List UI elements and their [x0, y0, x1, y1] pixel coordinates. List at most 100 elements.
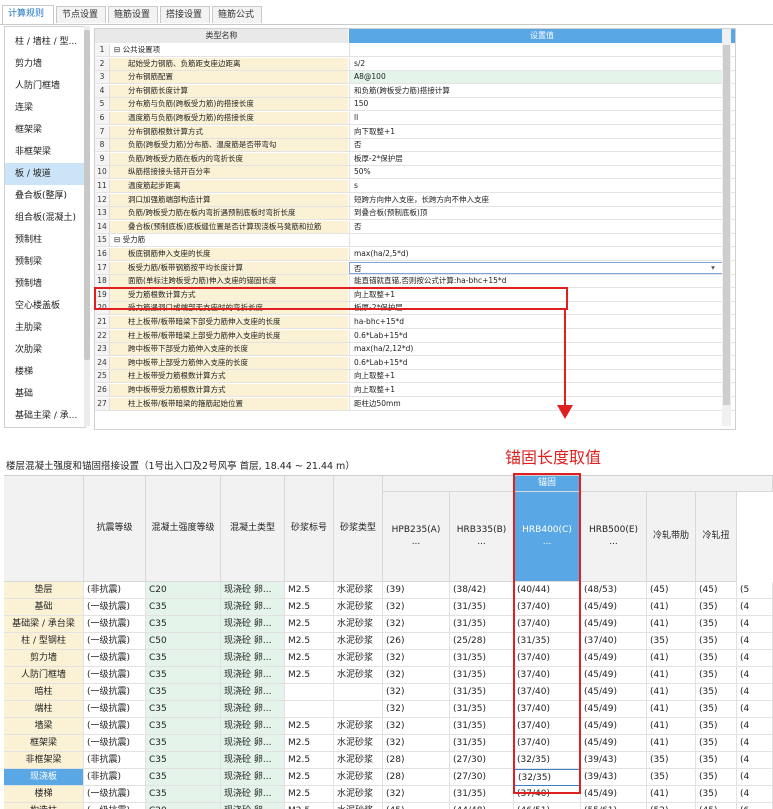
sidebar-item[interactable]: 基础 [5, 383, 85, 405]
tab-stirrup-settings[interactable]: 箍筋设置 [108, 6, 158, 23]
grid-cell[interactable]: (39/43) [581, 752, 647, 769]
grid-cell[interactable]: 水泥砂浆 [334, 633, 383, 650]
grid-col-header[interactable]: HRB500(E) ... [581, 492, 647, 582]
grid-cell[interactable]: (45) [383, 803, 450, 809]
tab-calc-rules[interactable]: 计算规则 [2, 5, 54, 24]
grid-cell[interactable]: M2.5 [285, 633, 334, 650]
grid-cell[interactable]: 现浇砼 卵... [221, 769, 285, 786]
settings-row[interactable]: 1 ⊟ 公共设置项 [95, 44, 735, 57]
grid-cell[interactable] [285, 701, 334, 718]
settings-row[interactable]: 21 柱上板带/板带暗梁下部受力筋伸入支座的长度 ha-bhc+15*d [95, 316, 735, 329]
grid-cell[interactable]: (46/51) [514, 803, 581, 809]
grid-cell[interactable]: (非抗震) [84, 769, 146, 786]
sidebar-item[interactable]: 组合板(混凝土) [5, 207, 85, 229]
sidebar-item[interactable]: 柱 / 墙柱 / 型... [5, 31, 85, 53]
grid-cell[interactable]: M2.5 [285, 735, 334, 752]
grid-cell[interactable]: (一级抗震) [84, 701, 146, 718]
grid-cell[interactable]: (32) [383, 667, 450, 684]
sidebar-item[interactable]: 非框架梁 [5, 141, 85, 163]
grid-cell[interactable]: M2.5 [285, 616, 334, 633]
grid-row-header[interactable]: 人防门框墙 [4, 667, 84, 684]
grid-cell[interactable]: (35) [696, 684, 737, 701]
grid-cell[interactable]: M2.5 [285, 650, 334, 667]
settings-row[interactable]: 7 分布钢筋根数计算方式 向下取整+1 [95, 125, 735, 139]
grid-col-header[interactable]: 抗震等级 [84, 476, 146, 582]
grid-cell[interactable]: 水泥砂浆 [334, 803, 383, 809]
grid-cell[interactable]: (非抗震) [84, 752, 146, 769]
sidebar-item[interactable]: 主肋梁 [5, 317, 85, 339]
setting-value[interactable]: 向上取整+1 [349, 384, 723, 396]
grid-cell[interactable]: C20 [146, 803, 221, 809]
grid-cell[interactable]: (45) [696, 803, 737, 809]
sidebar-item[interactable]: 预制墙 [5, 273, 85, 295]
setting-value[interactable]: 板厚-2*保护层 [349, 152, 723, 165]
setting-value[interactable]: 50% [349, 166, 723, 179]
grid-cell[interactable]: 水泥砂浆 [334, 599, 383, 616]
settings-row[interactable]: 8 负筋(跨板受力筋)分布筋、温度筋是否带弯勾否 [95, 139, 735, 153]
sidebar-item[interactable]: 板 / 坡道 [5, 163, 85, 185]
grid-cell[interactable]: (45/49) [581, 616, 647, 633]
grid-cell[interactable]: (45) [696, 582, 737, 599]
settings-row[interactable]: 12 洞口加强筋端部构造计算 短跨方向伸入支座，长跨方向不伸入支座 [95, 193, 735, 207]
settings-scrollbar[interactable] [722, 29, 731, 426]
grid-cell[interactable]: (32) [383, 735, 450, 752]
setting-value[interactable]: max(ha/2,12*d) [349, 343, 723, 356]
grid-cell[interactable]: (31/35) [450, 718, 514, 735]
grid-cell[interactable]: (一级抗震) [84, 616, 146, 633]
grid-cell[interactable]: (4 [737, 718, 773, 735]
grid-cell[interactable]: (27/30) [450, 769, 514, 786]
grid-cell[interactable]: C35 [146, 616, 221, 633]
setting-value[interactable] [349, 234, 723, 247]
sidebar-item[interactable]: 次肋梁 [5, 339, 85, 361]
grid-cell[interactable]: (39) [383, 582, 450, 599]
grid-cell[interactable]: (39/43) [581, 769, 647, 786]
grid-cell[interactable]: (52) [647, 803, 696, 809]
grid-cell[interactable]: M2.5 [285, 718, 334, 735]
grid-cell[interactable]: (一级抗震) [84, 718, 146, 735]
grid-cell[interactable]: (45/49) [581, 718, 647, 735]
setting-value[interactable]: 否 [349, 220, 723, 233]
grid-cell[interactable]: (45/49) [581, 667, 647, 684]
grid-cell[interactable]: 水泥砂浆 [334, 752, 383, 769]
grid-cell[interactable]: (4 [737, 684, 773, 701]
grid-cell[interactable]: C35 [146, 599, 221, 616]
grid-cell[interactable]: 水泥砂浆 [334, 667, 383, 684]
settings-row[interactable]: 17 板受力筋/板带钢筋按平均长度计算否 ▾ [95, 261, 735, 275]
grid-cell[interactable]: (41) [647, 599, 696, 616]
grid-cell[interactable]: (35) [647, 769, 696, 786]
grid-col-header[interactable]: 砂浆标号 [285, 476, 334, 582]
grid-cell[interactable]: (4 [737, 650, 773, 667]
grid-cell[interactable]: (32) [383, 786, 450, 803]
grid-cell[interactable]: 水泥砂浆 [334, 718, 383, 735]
settings-row[interactable]: 14 叠合板(预制底板)底板缝位置是否计算现浇板马凳筋和拉筋否 [95, 220, 735, 234]
grid-cell[interactable]: (4 [737, 633, 773, 650]
grid-cell[interactable]: M2.5 [285, 582, 334, 599]
setting-value[interactable]: 短跨方向伸入支座，长跨方向不伸入支座 [349, 193, 723, 206]
grid-cell[interactable]: C35 [146, 786, 221, 803]
grid-cell[interactable]: (31/35) [450, 684, 514, 701]
sidebar-item[interactable]: 人防门框墙 [5, 75, 85, 97]
grid-col-header[interactable]: 冷轧带肋 [647, 492, 696, 582]
grid-cell[interactable]: C50 [146, 633, 221, 650]
grid-row-header[interactable]: 垫层 [4, 582, 84, 599]
grid-row-header[interactable]: 端柱 [4, 701, 84, 718]
grid-cell[interactable]: C35 [146, 650, 221, 667]
grid-row-header[interactable]: 基础 [4, 599, 84, 616]
grid-cell[interactable]: 水泥砂浆 [334, 650, 383, 667]
grid-cell[interactable]: (35) [696, 735, 737, 752]
grid-cell[interactable]: 水泥砂浆 [334, 735, 383, 752]
grid-cell[interactable]: (31/35) [450, 650, 514, 667]
grid-cell[interactable]: (一级抗震) [84, 633, 146, 650]
sidebar-item[interactable]: 连梁 [5, 97, 85, 119]
tab-node-settings[interactable]: 节点设置 [56, 6, 106, 23]
grid-cell[interactable]: 现浇砼 卵... [221, 616, 285, 633]
sidebar-scrollbar[interactable] [84, 26, 90, 426]
settings-row[interactable]: 27 柱上板带/板带暗梁的箍筋起始位置 距柱边50mm [95, 397, 735, 411]
grid-cell[interactable]: (44/48) [450, 803, 514, 809]
grid-cell[interactable]: (41) [647, 701, 696, 718]
grid-cell[interactable]: (32) [383, 718, 450, 735]
grid-cell[interactable]: (31/35) [450, 786, 514, 803]
grid-cell[interactable]: (一级抗震) [84, 599, 146, 616]
grid-cell[interactable]: 现浇砼 卵... [221, 803, 285, 809]
grid-cell[interactable]: (一级抗震) [84, 667, 146, 684]
